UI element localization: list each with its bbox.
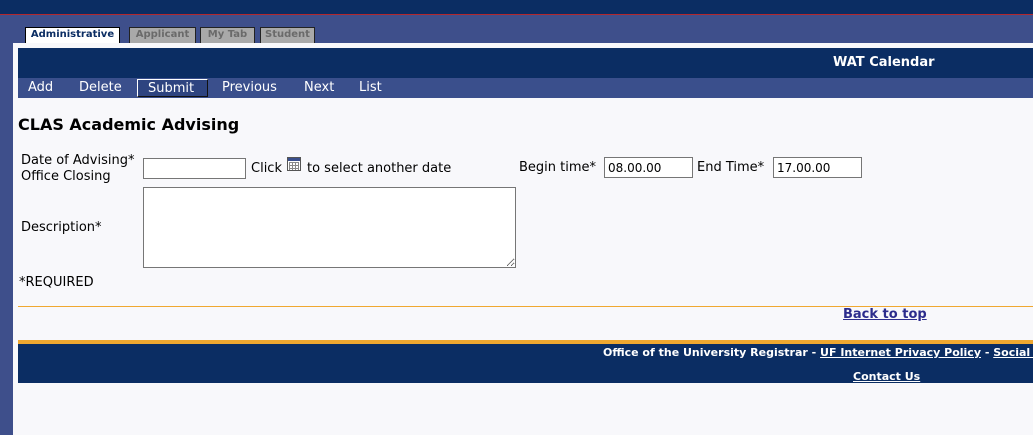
list-button[interactable]: List	[359, 78, 382, 98]
tab-administrative[interactable]: Administrative	[25, 27, 120, 43]
page-title: CLAS Academic Advising	[18, 115, 240, 134]
footer-separator: -	[807, 346, 821, 359]
social-security-link[interactable]: Social Se	[993, 346, 1033, 359]
description-label: Description*	[21, 220, 102, 235]
tab-my-tab[interactable]: My Tab	[200, 27, 255, 43]
toolbar: Add Delete Submit Previous Next List	[18, 78, 1033, 98]
registrar-text: Office of the University Registrar	[603, 346, 808, 359]
calendar-icon[interactable]	[287, 157, 301, 171]
page-header-bar: WAT Calendar	[18, 48, 1033, 78]
click-text: Click	[251, 161, 282, 176]
delete-button[interactable]: Delete	[79, 78, 122, 98]
tab-student[interactable]: Student	[260, 27, 315, 43]
select-date-text: to select another date	[307, 161, 452, 176]
date-label-sub: Office Closing	[21, 169, 111, 184]
footer-separator: -	[981, 346, 994, 359]
begin-time-input[interactable]	[604, 157, 693, 178]
footer: Office of the University Registrar - UF …	[18, 340, 1033, 383]
date-label: Date of Advising*	[21, 153, 135, 168]
content-panel: WAT Calendar Add Delete Submit Previous …	[13, 43, 1033, 435]
back-to-top-link[interactable]: Back to top	[843, 307, 927, 322]
tab-applicant[interactable]: Applicant	[129, 27, 196, 43]
end-time-input[interactable]	[773, 157, 862, 178]
description-textarea[interactable]	[143, 187, 516, 268]
privacy-policy-link[interactable]: UF Internet Privacy Policy	[820, 346, 981, 359]
add-button[interactable]: Add	[28, 78, 53, 98]
next-button[interactable]: Next	[304, 78, 334, 98]
end-time-label: End Time*	[697, 160, 765, 175]
app-title: WAT Calendar	[833, 55, 935, 70]
begin-time-label: Begin time*	[519, 160, 597, 175]
submit-button[interactable]: Submit	[137, 79, 208, 97]
top-banner	[0, 0, 1033, 15]
date-input[interactable]	[143, 158, 246, 179]
previous-button[interactable]: Previous	[222, 78, 277, 98]
footer-line: Office of the University Registrar - UF …	[603, 346, 1033, 359]
contact-us-link[interactable]: Contact Us	[853, 370, 920, 383]
required-note: *REQUIRED	[19, 275, 94, 290]
